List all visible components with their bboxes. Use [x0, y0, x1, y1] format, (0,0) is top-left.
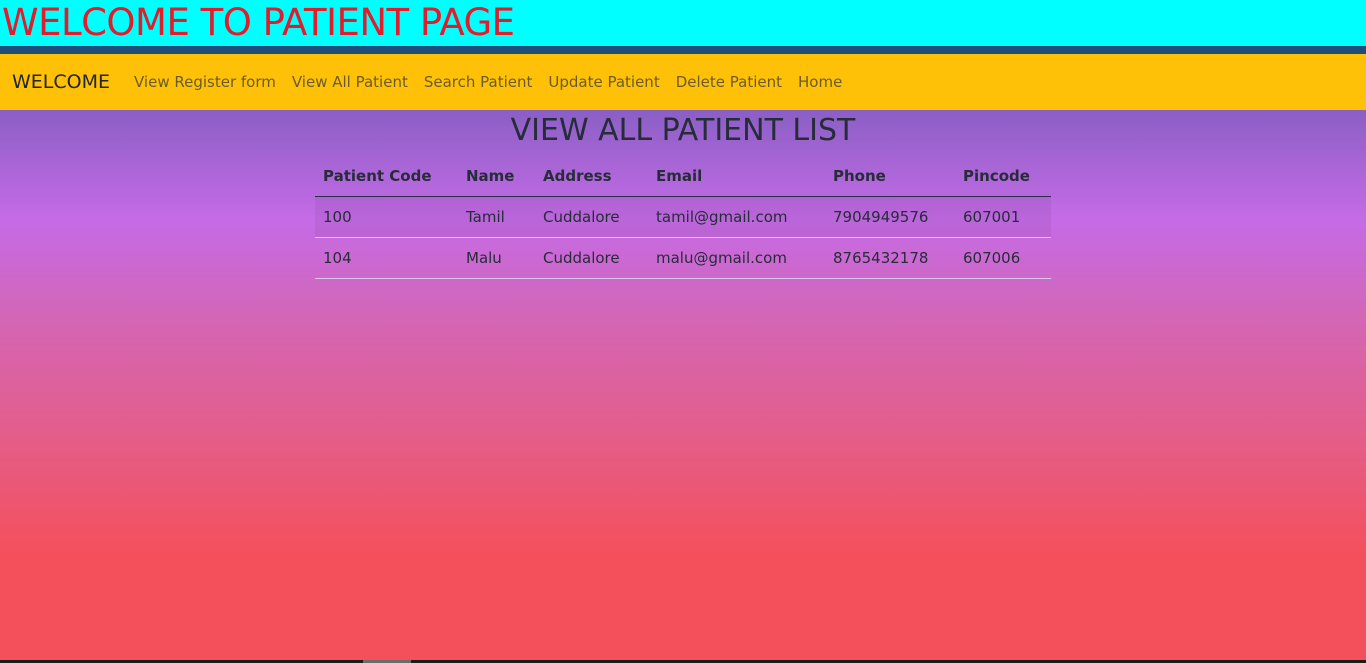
table-header-row: Patient Code Name Address Email Phone Pi… — [315, 156, 1051, 197]
navbar-brand[interactable]: WELCOME — [12, 71, 110, 93]
nav-link-view-register-form[interactable]: View Register form — [134, 73, 276, 91]
header-divider — [0, 46, 1366, 54]
nav-link-view-all-patient[interactable]: View All Patient — [292, 73, 408, 91]
table-row: 104 Malu Cuddalore malu@gmail.com 876543… — [315, 237, 1051, 279]
nav-link-home[interactable]: Home — [798, 73, 842, 91]
cell-pincode: 607001 — [955, 196, 1051, 238]
column-header-email: Email — [648, 156, 825, 197]
column-header-name: Name — [458, 156, 535, 197]
column-header-pincode: Pincode — [955, 156, 1051, 197]
patient-table: Patient Code Name Address Email Phone Pi… — [315, 156, 1051, 279]
cell-name: Malu — [458, 237, 535, 279]
patient-table-container: Patient Code Name Address Email Phone Pi… — [315, 156, 1051, 279]
cell-email: tamil@gmail.com — [648, 196, 825, 238]
cell-patient-code: 104 — [315, 237, 458, 279]
cell-patient-code: 100 — [315, 196, 458, 238]
page-header: WELCOME TO PATIENT PAGE — [0, 0, 1366, 46]
cell-address: Cuddalore — [535, 237, 648, 279]
page-title: VIEW ALL PATIENT LIST — [510, 113, 856, 148]
nav-link-delete-patient[interactable]: Delete Patient — [676, 73, 782, 91]
table-row: 100 Tamil Cuddalore tamil@gmail.com 7904… — [315, 196, 1051, 238]
cell-pincode: 607006 — [955, 237, 1051, 279]
column-header-patient-code: Patient Code — [315, 156, 458, 197]
nav-link-update-patient[interactable]: Update Patient — [548, 73, 659, 91]
column-header-phone: Phone — [825, 156, 955, 197]
cell-phone: 8765432178 — [825, 237, 955, 279]
cell-name: Tamil — [458, 196, 535, 238]
navbar: WELCOME View Register form View All Pati… — [0, 54, 1366, 110]
page-header-title: WELCOME TO PATIENT PAGE — [2, 1, 515, 44]
nav-link-search-patient[interactable]: Search Patient — [424, 73, 533, 91]
column-header-address: Address — [535, 156, 648, 197]
cell-email: malu@gmail.com — [648, 237, 825, 279]
cell-phone: 7904949576 — [825, 196, 955, 238]
cell-address: Cuddalore — [535, 196, 648, 238]
